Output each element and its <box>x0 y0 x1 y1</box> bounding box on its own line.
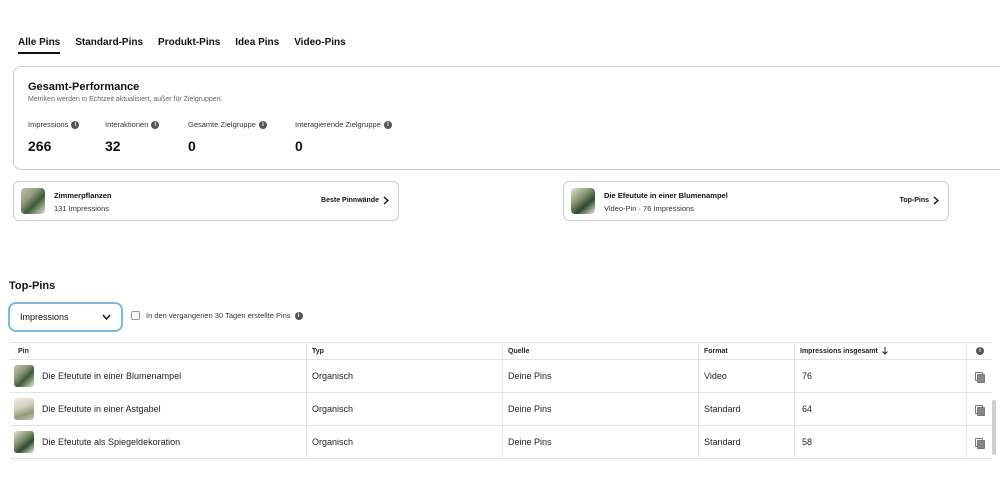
tab-alle-pins[interactable]: Alle Pins <box>18 37 61 54</box>
best-boards-label: Beste Pinnwände <box>321 197 379 204</box>
info-icon[interactable]: i <box>71 120 80 129</box>
column-header-quelle[interactable]: Quelle <box>508 343 529 359</box>
tab-standard-pins[interactable]: Standard-Pins <box>75 37 143 54</box>
info-icon[interactable]: i <box>383 120 392 129</box>
copy-icon[interactable] <box>975 437 985 449</box>
info-icon[interactable]: i <box>294 311 303 320</box>
pin-thumbnail <box>14 398 34 420</box>
metric-impressions: Impressions i 266 <box>28 120 80 154</box>
column-header-impressions[interactable]: Impressions insgesamt <box>800 343 888 359</box>
pin-cell: Die Efeutute in einer Blumenampel <box>14 360 181 392</box>
pin-name[interactable]: Die Efeutute als Spiegeldekoration <box>42 437 180 447</box>
metric-label: Interaktionen <box>105 120 149 129</box>
best-boards-link[interactable]: Beste Pinnwände <box>321 196 389 205</box>
copy-cell <box>975 393 985 425</box>
column-header-impressions-label: Impressions insgesamt <box>800 347 878 355</box>
typ-cell: Organisch <box>312 404 354 414</box>
copy-cell <box>975 360 985 392</box>
performance-title: Gesamt-Performance <box>28 81 140 93</box>
metric-value: 0 <box>188 138 196 154</box>
recent-pins-label-wrap: In den vergangenen 30 Tagen erstellte Pi… <box>146 311 303 320</box>
board-title: Zimmerpflanzen <box>54 191 112 200</box>
performance-card: Gesamt-Performance Metriken werden in Ec… <box>13 66 1000 170</box>
metric-gesamte-zielgruppe: Gesamte Zielgruppe i 0 <box>188 120 267 154</box>
tab-video-pins[interactable]: Video-Pins <box>294 37 346 54</box>
metric-select-value: Impressions <box>20 312 69 322</box>
copy-icon[interactable] <box>975 371 985 383</box>
metric-value: 266 <box>28 138 52 154</box>
table-row[interactable]: Die Efeutute in einer Astgabel Organisch… <box>10 393 992 426</box>
info-icon-cell: i <box>976 343 984 359</box>
pin-thumbnail <box>14 365 34 387</box>
quelle-cell: Deine Pins <box>508 371 552 381</box>
metric-select[interactable]: Impressions <box>8 302 123 332</box>
pin-thumbnail <box>14 431 34 453</box>
pin-name[interactable]: Die Efeutute in einer Blumenampel <box>42 371 181 381</box>
metric-label: Gesamte Zielgruppe <box>188 120 256 129</box>
top-pins-label: Top-Pins <box>899 197 929 204</box>
tab-idea-pins[interactable]: Idea Pins <box>235 37 279 54</box>
copy-cell <box>975 426 985 458</box>
top-pins-link[interactable]: Top-Pins <box>900 196 939 205</box>
column-header-typ[interactable]: Typ <box>312 343 324 359</box>
arrow-down-icon <box>881 347 888 355</box>
table-row[interactable]: Die Efeutute in einer Blumenampel Organi… <box>10 360 992 393</box>
board-impressions: 131 Impressions <box>54 204 110 213</box>
column-header-format[interactable]: Format <box>704 343 728 359</box>
pin-cell: Die Efeutute als Spiegeldekoration <box>14 426 180 458</box>
copy-icon[interactable] <box>975 404 985 416</box>
pin-type-tabs: Alle Pins Standard-Pins Produkt-Pins Ide… <box>18 37 361 54</box>
pin-impressions: Video-Pin · 76 Impressions <box>604 204 694 213</box>
top-pins-table: Pin Typ Quelle Format Impressions insges… <box>10 342 992 459</box>
typ-cell: Organisch <box>312 437 354 447</box>
performance-subtitle: Metriken werden in Echtzeit aktualisiert… <box>28 96 223 103</box>
metric-value: 32 <box>105 138 121 154</box>
pin-title: Die Efeutute in einer Blumenampel <box>604 191 728 200</box>
typ-cell: Organisch <box>312 371 354 381</box>
recent-pins-label: In den vergangenen 30 Tagen erstellte Pi… <box>146 311 291 320</box>
recent-pins-checkbox[interactable] <box>131 311 140 320</box>
metric-label: Impressions <box>28 120 69 129</box>
format-cell: Video <box>704 371 727 381</box>
chevron-down-icon <box>102 314 111 320</box>
quelle-cell: Deine Pins <box>508 437 552 447</box>
pin-name[interactable]: Die Efeutute in einer Astgabel <box>42 404 161 414</box>
top-pins-title: Top-Pins <box>9 280 56 292</box>
format-cell: Standard <box>704 437 741 447</box>
info-icon[interactable]: i <box>258 120 267 129</box>
chevron-right-icon <box>383 196 389 205</box>
impressions-cell: 76 <box>802 371 813 381</box>
tab-produkt-pins[interactable]: Produkt-Pins <box>158 37 220 54</box>
table-header: Pin Typ Quelle Format Impressions insges… <box>10 342 992 360</box>
metric-value: 0 <box>295 138 303 154</box>
pin-thumbnail <box>571 188 595 214</box>
board-thumbnail <box>21 188 45 214</box>
top-pin-card[interactable]: Die Efeutute in einer Blumenampel Video-… <box>563 181 949 221</box>
info-icon[interactable]: i <box>151 120 160 129</box>
pin-cell: Die Efeutute in einer Astgabel <box>14 393 161 425</box>
format-cell: Standard <box>704 404 741 414</box>
chevron-right-icon <box>933 196 939 205</box>
quelle-cell: Deine Pins <box>508 404 552 414</box>
impressions-cell: 64 <box>802 404 813 414</box>
column-header-pin[interactable]: Pin <box>18 343 29 359</box>
metric-interaktionen: Interaktionen i 32 <box>105 120 160 154</box>
info-icon[interactable]: i <box>976 347 984 355</box>
impressions-cell: 58 <box>802 437 813 447</box>
metric-label: Interagierende Zielgruppe <box>295 120 381 129</box>
metric-interagierende-zielgruppe: Interagierende Zielgruppe i 0 <box>295 120 392 154</box>
table-row[interactable]: Die Efeutute als Spiegeldekoration Organ… <box>10 426 992 459</box>
top-board-card[interactable]: Zimmerpflanzen 131 Impressions Beste Pin… <box>13 181 399 221</box>
scrollbar[interactable] <box>992 400 996 455</box>
